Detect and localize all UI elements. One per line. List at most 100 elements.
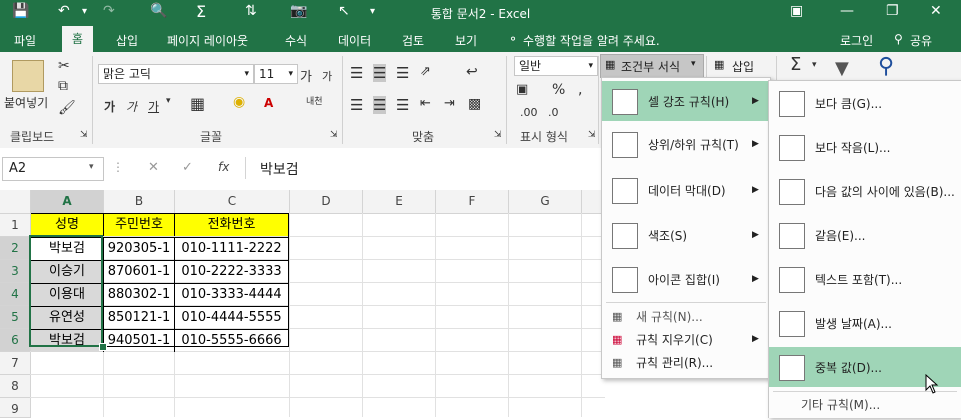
cell-b4[interactable]: 880302-1 xyxy=(104,283,175,306)
share-button[interactable]: 공유 xyxy=(910,32,932,49)
row-header-2[interactable]: 2 xyxy=(0,237,31,260)
cell-a1[interactable]: 성명 xyxy=(31,214,104,236)
row-header-3[interactable]: 3 xyxy=(0,260,31,283)
italic-button[interactable]: 가 xyxy=(126,98,137,115)
menu-greater-than[interactable]: 보다 큼(G)... xyxy=(769,83,961,123)
ribbon-display-icon[interactable]: ▣ xyxy=(790,3,803,19)
comma-icon[interactable]: , xyxy=(578,82,582,98)
find-select-icon[interactable]: ⚲ xyxy=(878,54,894,79)
menu-highlight-cells-rules[interactable]: 셀 강조 규칙(H) ▶ xyxy=(602,81,770,121)
cell-b5[interactable]: 850121-1 xyxy=(104,306,175,329)
cell-c2[interactable]: 010-1111-2222 xyxy=(175,237,288,260)
close-icon[interactable]: ✕ xyxy=(930,3,942,19)
menu-between[interactable]: 다음 값의 사이에 있음(B)... xyxy=(769,171,961,211)
column-header-c[interactable]: C xyxy=(175,190,290,214)
cell-b3[interactable]: 870601-1 xyxy=(104,260,175,283)
align-middle-icon[interactable]: ☰ xyxy=(373,64,387,82)
number-launcher-icon[interactable]: ⇲ xyxy=(588,130,596,140)
insert-function-icon[interactable]: fx xyxy=(218,160,229,174)
select-all-corner[interactable] xyxy=(0,190,31,214)
cell-b1[interactable]: 주민번호 xyxy=(104,214,175,236)
menu-color-scales[interactable]: 색조(S) ▶ xyxy=(602,215,770,255)
align-right-icon[interactable]: ☰ xyxy=(396,96,409,114)
align-top-icon[interactable]: ☰ xyxy=(350,64,363,82)
autosum-icon[interactable]: Σ xyxy=(790,54,801,75)
border-icon[interactable]: ▦ xyxy=(190,94,205,113)
font-name-combo[interactable]: 맑은 고딕 ▾ xyxy=(98,64,254,84)
font-color-icon[interactable]: A xyxy=(264,96,273,110)
minimize-icon[interactable]: — xyxy=(840,3,854,19)
row-header-9[interactable]: 9 xyxy=(0,398,31,418)
bold-button[interactable]: 가 xyxy=(104,98,115,115)
column-header-d[interactable]: D xyxy=(290,190,363,214)
wrap-text-icon[interactable]: ↩ xyxy=(466,64,478,80)
column-header-f[interactable]: F xyxy=(436,190,509,214)
tab-insert[interactable]: 삽입 xyxy=(116,32,138,49)
column-header-g[interactable]: G xyxy=(509,190,582,214)
row-header-4[interactable]: 4 xyxy=(0,283,31,306)
cancel-icon[interactable]: ✕ xyxy=(148,160,159,175)
underline-button[interactable]: 가 xyxy=(148,98,159,115)
format-painter-icon[interactable]: 🖌 xyxy=(58,100,76,116)
orientation-icon[interactable]: ⇗ xyxy=(420,64,431,79)
alignment-launcher-icon[interactable]: ⇲ xyxy=(494,130,502,140)
column-header-e[interactable]: E xyxy=(363,190,436,214)
fill-color-icon[interactable]: ◉ xyxy=(233,94,245,110)
sign-in-link[interactable]: 로그인 xyxy=(840,32,873,49)
tell-me-box[interactable]: 수행할 작업을 알려 주세요. xyxy=(523,32,660,49)
row-header-6[interactable]: 6 xyxy=(0,329,31,352)
cell-a2[interactable]: 박보검 xyxy=(31,237,104,260)
align-left-icon[interactable]: ☰ xyxy=(350,96,363,114)
cell-a5[interactable]: 유연성 xyxy=(31,306,104,329)
decrease-decimal-icon[interactable]: .0 xyxy=(548,106,559,119)
percent-icon[interactable]: % xyxy=(552,82,565,98)
tab-data[interactable]: 데이터 xyxy=(338,32,371,49)
align-center-icon[interactable]: ☰ xyxy=(373,96,387,114)
column-header-h[interactable] xyxy=(582,190,603,214)
fill-handle[interactable] xyxy=(99,343,107,351)
cell-c3[interactable]: 010-2222-3333 xyxy=(175,260,288,283)
decrease-font-button[interactable]: 가 xyxy=(322,68,332,84)
cell-a3[interactable]: 이승기 xyxy=(31,260,104,283)
menu-icon-sets[interactable]: 아이콘 집합(I) ▶ xyxy=(602,259,770,299)
menu-manage-rules[interactable]: ▦ 규칙 관리(R)... xyxy=(602,351,770,373)
menu-less-than[interactable]: 보다 작음(L)... xyxy=(769,127,961,167)
menu-data-bars[interactable]: 데이터 막대(D) ▶ xyxy=(602,170,770,210)
sort-filter-icon[interactable]: ▼ xyxy=(835,58,849,79)
cell-a4[interactable]: 이용대 xyxy=(31,283,104,306)
conditional-formatting-button[interactable]: ▦ 조건부 서식 ▾ xyxy=(600,54,704,78)
increase-font-button[interactable]: 가 xyxy=(300,66,312,85)
clipboard-launcher-icon[interactable]: ⇲ xyxy=(80,130,88,140)
cell-c5[interactable]: 010-4444-5555 xyxy=(175,306,288,329)
copy-icon[interactable]: ⧉ xyxy=(58,78,68,94)
tab-review[interactable]: 검토 xyxy=(402,32,424,49)
cell-a6[interactable]: 박보검 xyxy=(31,329,104,352)
cell-c4[interactable]: 010-3333-4444 xyxy=(175,283,288,306)
row-header-5[interactable]: 5 xyxy=(0,306,31,329)
tab-home[interactable]: 홈 xyxy=(62,26,94,52)
increase-decimal-icon[interactable]: .00 xyxy=(520,106,538,119)
menu-top-bottom-rules[interactable]: 상위/하위 규칙(T) ▶ xyxy=(602,124,770,164)
menu-clear-rules[interactable]: ▦ 규칙 지우기(C) ▶ xyxy=(602,328,770,350)
restore-icon[interactable]: ❐ xyxy=(886,3,899,19)
row-header-8[interactable]: 8 xyxy=(0,375,31,398)
accounting-icon[interactable]: ▣ xyxy=(516,82,528,97)
tab-page-layout[interactable]: 페이지 레이아웃 xyxy=(167,32,248,49)
tab-view[interactable]: 보기 xyxy=(455,32,477,49)
cell-c6[interactable]: 010-5555-6666 xyxy=(175,329,288,352)
tab-file[interactable]: 파일 xyxy=(14,32,36,49)
column-header-b[interactable]: B xyxy=(104,190,175,214)
menu-new-rule[interactable]: ▦ 새 규칙(N)... xyxy=(602,305,770,327)
cell-b6[interactable]: 940501-1 xyxy=(104,329,175,352)
menu-date-occurring[interactable]: 발생 날짜(A)... xyxy=(769,303,961,343)
enter-icon[interactable]: ✓ xyxy=(182,160,193,175)
column-header-a[interactable]: A xyxy=(31,190,104,214)
menu-text-contains[interactable]: 텍스트 포함(T)... xyxy=(769,259,961,299)
align-bottom-icon[interactable]: ☰ xyxy=(396,64,409,82)
insert-cells-button[interactable]: ▦ 삽입 xyxy=(712,56,766,76)
row-header-7[interactable]: 7 xyxy=(0,352,31,375)
phonetic-button[interactable]: 내천 xyxy=(306,94,323,107)
menu-more-rules[interactable]: 기타 규칙(M)... xyxy=(769,393,961,415)
number-format-combo[interactable]: 일반 ▾ xyxy=(514,56,598,76)
menu-equal-to[interactable]: 같음(E)... xyxy=(769,215,961,255)
